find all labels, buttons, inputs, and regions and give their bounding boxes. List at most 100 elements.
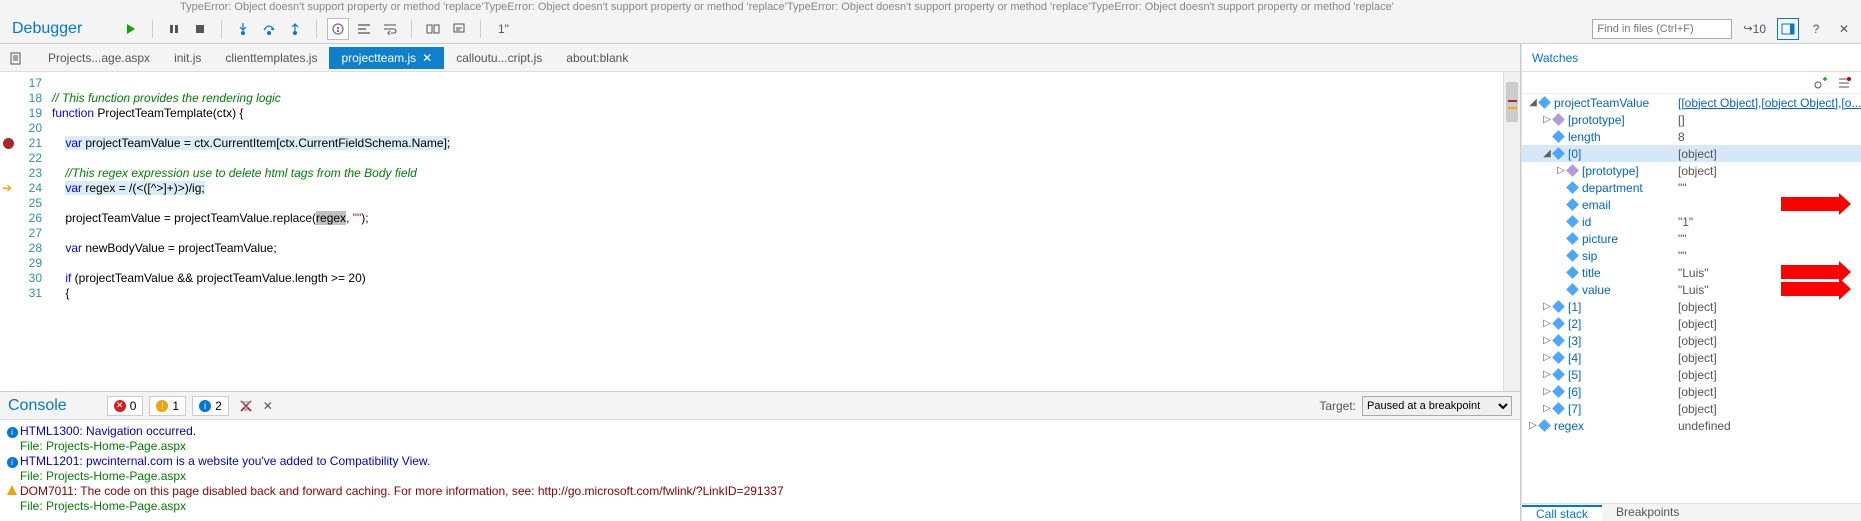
annotation-arrow xyxy=(1781,282,1841,296)
error-strip: TypeError: Object doesn't support proper… xyxy=(0,0,1861,14)
expand-icon[interactable]: ▷ xyxy=(1528,420,1538,431)
scroll-thumb[interactable] xyxy=(1506,82,1518,122)
step-into-icon[interactable] xyxy=(232,18,254,40)
expand-icon[interactable]: ▷ xyxy=(1542,301,1552,312)
type-icon xyxy=(1552,351,1565,364)
type-icon xyxy=(1566,283,1579,296)
step-over-icon[interactable] xyxy=(258,18,280,40)
watch-row[interactable]: ▷[prototype][object] xyxy=(1522,162,1861,179)
clear-console-icon[interactable]: ✕ xyxy=(257,395,279,417)
separator xyxy=(480,20,481,38)
file-tabbar: Projects...age.aspxinit.jsclienttemplate… xyxy=(0,44,1520,72)
word-wrap-icon[interactable] xyxy=(379,18,401,40)
expand-icon[interactable]: ▷ xyxy=(1542,318,1552,329)
watch-row[interactable]: ▷[prototype][] xyxy=(1522,111,1861,128)
help-icon[interactable]: ? xyxy=(1805,18,1827,40)
file-tab[interactable]: projectteam.js✕ xyxy=(329,47,444,69)
file-tab[interactable]: Projects...age.aspx xyxy=(36,47,162,69)
line-numbers: 171819202122232425262728293031 xyxy=(18,72,46,391)
watch-row[interactable]: title"Luis" xyxy=(1522,264,1861,281)
annotation-arrow xyxy=(1781,265,1841,279)
debug-worker-icon[interactable]: 1" xyxy=(491,18,513,40)
watch-row[interactable]: department"" xyxy=(1522,179,1861,196)
expand-icon[interactable]: ▷ xyxy=(1542,114,1552,125)
watch-row[interactable]: id"1" xyxy=(1522,213,1861,230)
type-icon xyxy=(1552,368,1565,381)
expand-icon[interactable]: ▷ xyxy=(1542,352,1552,363)
source-code[interactable]: // This function provides the rendering … xyxy=(46,72,1503,391)
watches-tree[interactable]: ◢projectTeamValue[[object Object],[objec… xyxy=(1522,94,1861,503)
break-all-icon[interactable] xyxy=(163,18,185,40)
expand-icon[interactable]: ▷ xyxy=(1556,165,1566,176)
watch-row[interactable]: sip"" xyxy=(1522,247,1861,264)
watch-row[interactable]: ◢[0][object] xyxy=(1522,145,1861,162)
target-select[interactable]: Paused at a breakpoint xyxy=(1362,396,1512,416)
delete-watch-icon[interactable] xyxy=(1835,74,1853,92)
file-tab[interactable]: calloutu...cript.js xyxy=(444,47,554,69)
toggle-pane-icon[interactable] xyxy=(1777,18,1799,40)
stop-icon[interactable] xyxy=(189,18,211,40)
console-filter-badge[interactable]: !1 xyxy=(149,396,186,416)
target-label: Target: xyxy=(1319,399,1356,413)
tab-close-icon[interactable]: ✕ xyxy=(422,51,432,65)
watch-row[interactable]: ▷[2][object] xyxy=(1522,315,1861,332)
watch-row[interactable]: picture"" xyxy=(1522,230,1861,247)
file-tab[interactable]: init.js xyxy=(162,47,213,69)
console-title: Console xyxy=(8,397,67,415)
close-icon[interactable]: ✕ xyxy=(1833,18,1855,40)
compare-icon[interactable] xyxy=(422,18,444,40)
debugger-toolbar: Debugger xyxy=(0,14,1861,44)
watch-row[interactable]: ▷[1][object] xyxy=(1522,298,1861,315)
type-icon xyxy=(1552,147,1565,160)
console-filter-badge[interactable]: ✕0 xyxy=(107,396,144,416)
step-out-icon[interactable] xyxy=(284,18,306,40)
break-exception-icon[interactable] xyxy=(327,18,349,40)
just-my-code-icon[interactable] xyxy=(448,18,470,40)
add-watch-icon[interactable] xyxy=(1811,74,1829,92)
continue-icon[interactable] xyxy=(120,18,142,40)
watch-row[interactable]: ▷[7][object] xyxy=(1522,400,1861,417)
console-message: File: Projects-Home-Page.aspx xyxy=(0,439,1520,454)
type-icon xyxy=(1566,215,1579,228)
file-tab[interactable]: about:blank xyxy=(554,47,640,69)
watch-row[interactable]: ▷[6][object] xyxy=(1522,383,1861,400)
svg-text:1": 1" xyxy=(498,22,509,36)
scrollbar[interactable] xyxy=(1503,72,1520,391)
match-count: 10 xyxy=(1753,22,1766,36)
watch-row[interactable]: ▷[5][object] xyxy=(1522,366,1861,383)
expand-icon[interactable]: ▷ xyxy=(1542,403,1552,414)
match-count-icon[interactable]: ↪ 10 xyxy=(1738,18,1771,40)
separator xyxy=(316,20,317,38)
breakpoint-gutter[interactable]: ➔ xyxy=(0,72,18,391)
watch-row[interactable]: value"Luis" xyxy=(1522,281,1861,298)
watch-row[interactable]: length8 xyxy=(1522,128,1861,145)
watch-row[interactable]: ▷[4][object] xyxy=(1522,349,1861,366)
expand-icon[interactable]: ▷ xyxy=(1542,335,1552,346)
console-body[interactable]: iHTML1300: Navigation occurred.File: Pro… xyxy=(0,420,1520,521)
expand-icon[interactable]: ◢ xyxy=(1542,148,1552,159)
code-editor[interactable]: ➔ 171819202122232425262728293031 // This… xyxy=(0,72,1520,391)
open-file-icon[interactable] xyxy=(6,48,26,68)
type-icon xyxy=(1566,232,1579,245)
current-line-marker: ➔ xyxy=(2,181,12,195)
footer-tab[interactable]: Call stack xyxy=(1522,505,1602,521)
clear-filter-icon[interactable] xyxy=(235,395,257,417)
expand-icon[interactable]: ▷ xyxy=(1542,369,1552,380)
watches-header: Watches xyxy=(1522,44,1861,72)
console-filter-badge[interactable]: i2 xyxy=(192,396,229,416)
watch-row[interactable]: email xyxy=(1522,196,1861,213)
watch-row[interactable]: ◢projectTeamValue[[object Object],[objec… xyxy=(1522,94,1861,111)
console-message: File: Projects-Home-Page.aspx xyxy=(0,469,1520,484)
expand-icon[interactable]: ◢ xyxy=(1528,97,1538,108)
scroll-cur-marker xyxy=(1508,107,1517,109)
pretty-print-icon[interactable] xyxy=(353,18,375,40)
console-message: iHTML1300: Navigation occurred. xyxy=(0,424,1520,439)
footer-tab[interactable]: Breakpoints xyxy=(1602,505,1693,521)
watch-row[interactable]: ▷regexundefined xyxy=(1522,417,1861,434)
watch-row[interactable]: ▷[3][object] xyxy=(1522,332,1861,349)
find-input[interactable] xyxy=(1592,19,1732,39)
expand-icon[interactable]: ▷ xyxy=(1542,386,1552,397)
breakpoint-marker[interactable] xyxy=(3,138,14,149)
file-tab[interactable]: clienttemplates.js xyxy=(213,47,329,69)
console-message: File: Projects-Home-Page.aspx xyxy=(0,499,1520,514)
